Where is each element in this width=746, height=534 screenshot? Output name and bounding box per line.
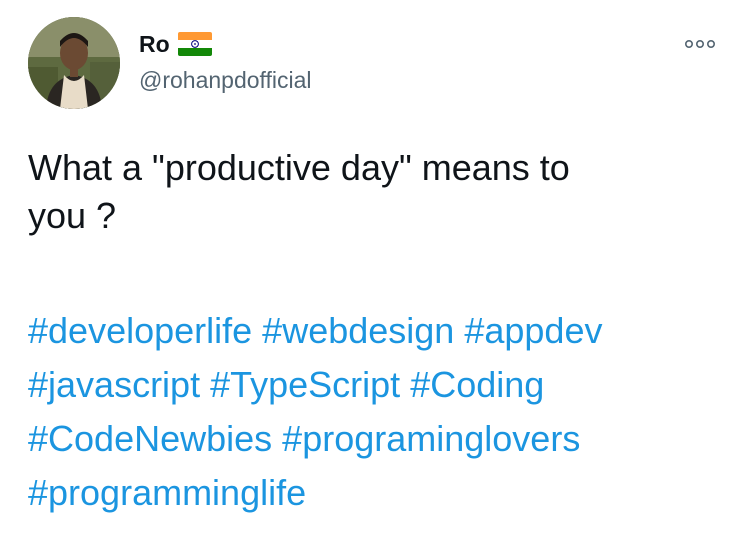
hashtag-link[interactable]: #programminglife bbox=[28, 472, 306, 513]
author-handle[interactable]: @rohanpdofficial bbox=[139, 66, 312, 94]
author-name-row: Ro bbox=[139, 30, 212, 58]
hashtag-link[interactable]: #programinglovers bbox=[282, 418, 580, 459]
hashtag-list: #developerlife #webdesign #appdev #javas… bbox=[28, 304, 728, 520]
author-display-name[interactable]: Ro bbox=[139, 30, 170, 58]
hashtag-link[interactable]: #appdev bbox=[464, 310, 602, 351]
tweet-text: What a "productive day" means to you ? bbox=[28, 147, 570, 236]
more-options-button[interactable] bbox=[684, 34, 716, 54]
more-options-icon bbox=[684, 40, 715, 49]
avatar[interactable] bbox=[28, 17, 120, 109]
hashtag-link[interactable]: #javascript bbox=[28, 364, 200, 405]
hashtag-link[interactable]: #developerlife bbox=[28, 310, 252, 351]
tweet-card: Ro @rohanpdofficial What a "productive d… bbox=[0, 0, 746, 534]
hashtag-link[interactable]: #webdesign bbox=[262, 310, 454, 351]
india-flag-icon bbox=[177, 32, 212, 56]
hashtag-link[interactable]: #CodeNewbies bbox=[28, 418, 272, 459]
hashtag-link[interactable]: #TypeScript bbox=[210, 364, 400, 405]
hashtag-link[interactable]: #Coding bbox=[410, 364, 544, 405]
profile-photo bbox=[28, 17, 120, 109]
